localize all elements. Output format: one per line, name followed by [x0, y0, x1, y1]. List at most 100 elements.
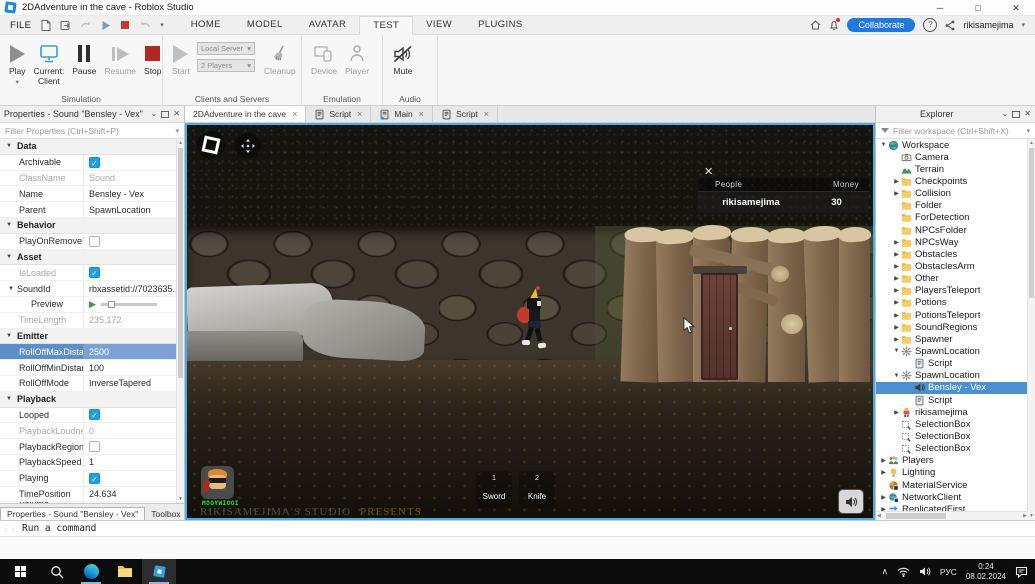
leaderboard-close-icon[interactable]: ✕: [704, 165, 713, 178]
current-client-button[interactable]: Current: Client: [30, 38, 69, 87]
command-bar-input[interactable]: ⋮⋮ Run a command: [0, 520, 1035, 536]
checkbox[interactable]: [89, 441, 100, 452]
expander-icon[interactable]: ▶: [892, 263, 901, 270]
play-dropdown-caret-icon[interactable]: ▾: [16, 78, 19, 86]
expander-icon[interactable]: ▶: [892, 336, 901, 343]
explorer-item[interactable]: ▶Other: [876, 273, 1028, 285]
action-center-icon[interactable]: [1015, 566, 1028, 578]
explorer-item[interactable]: ▶NPCsWay: [876, 236, 1028, 248]
preview-slider[interactable]: [101, 303, 157, 306]
property-row[interactable]: Preview▶: [0, 297, 177, 313]
tab-model[interactable]: MODEL: [234, 16, 296, 34]
property-row[interactable]: RollOffModeInverseTapered: [0, 376, 177, 392]
explorer-item[interactable]: Terrain: [876, 163, 1028, 175]
property-row[interactable]: Volume: [0, 502, 177, 503]
property-row[interactable]: ClassNameSound: [0, 171, 177, 187]
expander-icon[interactable]: ▶: [892, 178, 901, 185]
panel-close-icon[interactable]: ✕: [1024, 109, 1031, 119]
explorer-item[interactable]: SelectionBox: [876, 418, 1028, 430]
stop-button[interactable]: Stop: [140, 38, 166, 77]
viewport-tab[interactable]: Main×: [371, 106, 433, 122]
slider-thumb[interactable]: [108, 301, 115, 308]
explorer-item[interactable]: ▶rikisamejima: [876, 406, 1028, 418]
panel-popout-icon[interactable]: [161, 111, 169, 118]
checkbox[interactable]: [89, 236, 100, 247]
explorer-item[interactable]: ▶Spawner: [876, 333, 1028, 345]
panel-menu-caret-icon[interactable]: ⌄: [1002, 109, 1009, 119]
wifi-icon[interactable]: [897, 567, 910, 577]
explorer-item[interactable]: Script: [876, 394, 1028, 406]
user-menu[interactable]: rikisamejima: [963, 20, 1013, 30]
collapse-icon[interactable]: ▼: [6, 333, 12, 339]
explorer-item[interactable]: Folder: [876, 200, 1028, 212]
redo-icon[interactable]: [80, 20, 92, 30]
property-row[interactable]: PlaybackLoudness0: [0, 423, 177, 439]
filter-caret-icon[interactable]: ▾: [175, 127, 179, 135]
explorer-item[interactable]: ▼Workspace: [876, 139, 1028, 151]
property-row[interactable]: RollOffMaxDistance2500: [0, 344, 177, 360]
collapse-icon[interactable]: ▼: [6, 396, 12, 402]
checkbox[interactable]: ✓: [89, 473, 100, 484]
taskbar-clock[interactable]: 0:24 08.02.2024: [966, 562, 1006, 581]
property-row[interactable]: Archivable✓: [0, 155, 177, 171]
property-row[interactable]: NameBensley - Vex: [0, 186, 177, 202]
explorer-item[interactable]: Camera: [876, 151, 1028, 163]
panel-popout-icon[interactable]: [1012, 111, 1020, 118]
file-menu[interactable]: FILE: [0, 20, 41, 31]
properties-filter-input[interactable]: Filter Properties (Ctrl+Shift+P)▾: [0, 123, 184, 139]
property-row[interactable]: IsLoaded✓: [0, 265, 177, 281]
property-row[interactable]: PlayOnRemove: [0, 234, 177, 250]
play-preview-icon[interactable]: ▶: [89, 299, 96, 310]
close-button[interactable]: ✕: [997, 1, 1035, 15]
panel-menu-caret-icon[interactable]: ⌄: [151, 109, 158, 119]
tab-plugins[interactable]: PLUGINS: [465, 16, 536, 34]
collapse-icon[interactable]: ▼: [6, 143, 12, 149]
expander-icon[interactable]: ▶: [892, 239, 901, 246]
collapse-icon[interactable]: ▼: [6, 254, 12, 260]
play-button[interactable]: Play ▾: [5, 38, 30, 86]
expander-icon[interactable]: ▼: [879, 142, 888, 148]
explorer-item[interactable]: ▶Checkpoints: [876, 175, 1028, 187]
property-row[interactable]: PlaybackSpeed1: [0, 455, 177, 471]
property-row[interactable]: Looped✓: [0, 408, 177, 424]
game-volume-button[interactable]: [839, 490, 863, 513]
explorer-item[interactable]: ▶Lighting: [876, 467, 1028, 479]
viewport-tab[interactable]: 2DAdventure in the cave×: [185, 106, 306, 122]
expander-icon[interactable]: ▶: [892, 287, 901, 294]
home-icon[interactable]: [810, 20, 821, 30]
properties-scrollbar[interactable]: ▲ ▼: [176, 139, 184, 503]
expander-icon[interactable]: ▶: [892, 275, 901, 282]
expander-icon[interactable]: ▶: [892, 409, 901, 416]
tab-avatar[interactable]: AVATAR: [296, 16, 360, 34]
resume-button[interactable]: Resume: [100, 38, 140, 77]
explorer-item[interactable]: ▶PotionsTeleport: [876, 309, 1028, 321]
maximize-button[interactable]: □: [959, 1, 997, 15]
checkbox[interactable]: ✓: [89, 409, 100, 420]
game-viewport[interactable]: ✕ People Money rikisamejima 30 1 Sword 2…: [185, 123, 875, 520]
explorer-item[interactable]: ▼SpawnLocation: [876, 345, 1028, 357]
minimize-button[interactable]: ─: [921, 1, 959, 15]
property-section-header[interactable]: ▼Behavior: [0, 218, 177, 234]
filter-caret-icon[interactable]: ▾: [1026, 127, 1030, 135]
bottom-tab-properties[interactable]: Properties - Sound "Bensley - Vex": [0, 507, 145, 520]
undo-icon[interactable]: [139, 20, 151, 30]
explorer-item[interactable]: Script: [876, 358, 1028, 370]
share-icon[interactable]: [945, 20, 955, 31]
explorer-item[interactable]: SelectionBox: [876, 430, 1028, 442]
taskbar-search-button[interactable]: [40, 559, 74, 584]
help-icon[interactable]: ?: [923, 18, 937, 32]
property-section-header[interactable]: ▼Asset: [0, 250, 177, 266]
explorer-item[interactable]: ▶Collision: [876, 188, 1028, 200]
taskbar-edge-button[interactable]: [74, 559, 108, 584]
bottom-tab-toolbox[interactable]: Toolbox: [145, 508, 186, 520]
property-section-header[interactable]: ▼Emitter: [0, 329, 177, 345]
viewport-tab[interactable]: Script×: [433, 106, 498, 122]
leaderboard-row[interactable]: rikisamejima 30: [698, 191, 869, 213]
explorer-item[interactable]: ▶Obstacles: [876, 248, 1028, 260]
expander-icon[interactable]: ▶: [892, 312, 901, 319]
explorer-item[interactable]: ▶NetworkClient: [876, 491, 1028, 503]
property-row[interactable]: ▼SoundIdrbxassetid://7023635...: [0, 281, 177, 297]
explorer-item[interactable]: MaterialService: [876, 479, 1028, 491]
checkbox[interactable]: ✓: [89, 267, 100, 278]
mute-button[interactable]: Mute: [388, 38, 418, 77]
